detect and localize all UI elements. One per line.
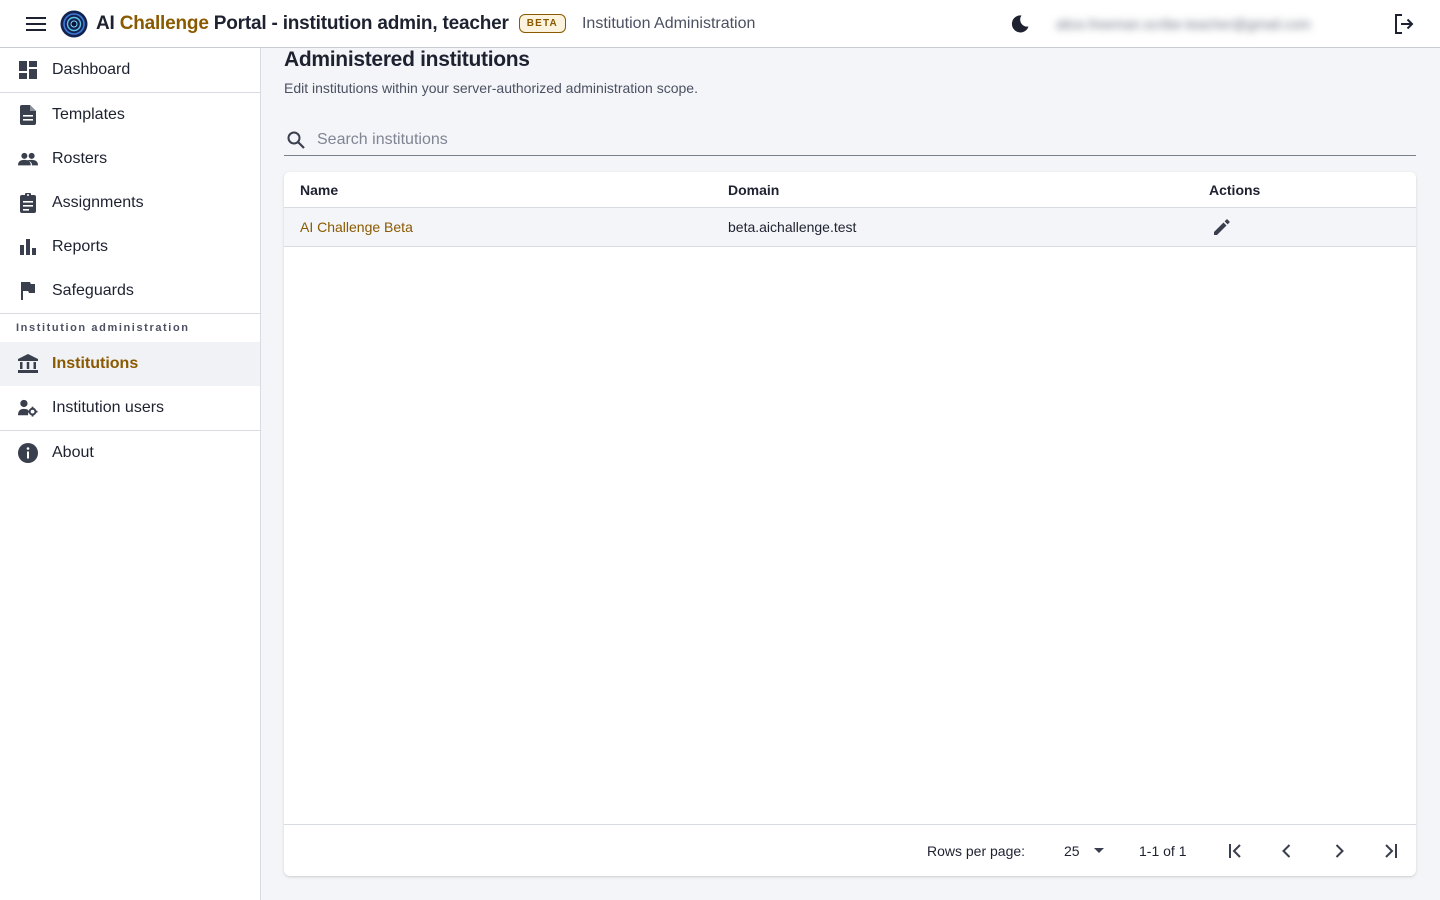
table-header: Name Domain Actions: [284, 172, 1416, 208]
search-field: [284, 125, 1416, 156]
sidebar-item-about[interactable]: About: [0, 431, 260, 475]
beta-badge: BETA: [518, 14, 566, 33]
clipboard-icon: [18, 193, 38, 213]
sidebar-item-dashboard[interactable]: Dashboard: [0, 48, 260, 92]
sidebar-item-templates[interactable]: Templates: [0, 93, 260, 137]
user-settings-icon: [18, 398, 38, 418]
dark-mode-moon-icon[interactable]: [1008, 12, 1032, 36]
user-email: alice.freeman.scribe-teacher@gmail.com: [1056, 16, 1311, 32]
search-icon: [285, 129, 307, 151]
sidebar-item-institution-users[interactable]: Institution users: [0, 386, 260, 430]
sidebar: Dashboard Templates Rosters Assignments …: [0, 48, 261, 900]
pagination-range: 1-1 of 1: [1139, 842, 1187, 859]
dashboard-icon: [18, 60, 38, 80]
app-header: AI Challenge Portal - institution admin,…: [0, 0, 1440, 48]
column-header-domain[interactable]: Domain: [728, 182, 779, 198]
previous-page-icon[interactable]: [1275, 839, 1299, 863]
flag-icon: [18, 281, 38, 301]
first-page-icon[interactable]: [1224, 839, 1248, 863]
institution-domain: beta.aichallenge.test: [728, 219, 857, 235]
sidebar-item-assignments[interactable]: Assignments: [0, 181, 260, 225]
sidebar-item-rosters[interactable]: Rosters: [0, 137, 260, 181]
sidebar-item-institutions[interactable]: Institutions: [0, 342, 260, 386]
sidebar-item-label: Institution users: [52, 399, 165, 416]
document-icon: [18, 105, 38, 125]
page-title: Administered institutions: [284, 48, 530, 71]
institution-name-link[interactable]: AI Challenge Beta: [300, 219, 413, 235]
app-logo-icon: [60, 10, 88, 38]
sidebar-item-reports[interactable]: Reports: [0, 225, 260, 269]
bank-icon: [18, 354, 38, 374]
sidebar-item-label: Safeguards: [52, 282, 134, 299]
sidebar-item-label: Assignments: [52, 194, 144, 211]
sidebar-item-label: Templates: [52, 106, 125, 123]
next-page-icon[interactable]: [1327, 839, 1351, 863]
caret-down-icon: [1093, 848, 1104, 853]
rows-per-page-select[interactable]: 25: [1064, 843, 1104, 859]
edit-pencil-icon[interactable]: [1212, 217, 1232, 237]
page-subtitle: Edit institutions within your server-aut…: [284, 80, 698, 96]
header-actions: alice.freeman.scribe-teacher@gmail.com: [1008, 0, 1416, 48]
rows-per-page-value: 25: [1064, 842, 1080, 859]
sidebar-item-safeguards[interactable]: Safeguards: [0, 269, 260, 313]
column-header-name[interactable]: Name: [300, 182, 338, 198]
header-section-title: Institution Administration: [581, 14, 756, 32]
table-pagination: Rows per page: 25 1-1 of 1: [284, 824, 1416, 876]
app-title: AI Challenge Portal - institution admin,…: [96, 13, 509, 35]
sidebar-section-label: Institution administration: [16, 322, 190, 334]
table-row[interactable]: AI Challenge Beta beta.aichallenge.test: [284, 208, 1416, 247]
info-icon: [18, 443, 38, 463]
menu-icon[interactable]: [24, 12, 48, 36]
column-header-actions: Actions: [1209, 181, 1261, 198]
app-title-suffix: Portal - institution admin, teacher: [208, 12, 509, 34]
app-title-accent: Challenge: [119, 12, 209, 34]
main-content: Administered institutions Edit instituti…: [261, 48, 1440, 900]
search-input[interactable]: [317, 131, 1397, 149]
people-icon: [18, 149, 38, 169]
institutions-table: Name Domain Actions AI Challenge Beta be…: [284, 172, 1416, 876]
rows-per-page-label: Rows per page:: [927, 842, 1026, 859]
sidebar-item-label: Institutions: [52, 355, 139, 372]
sidebar-item-label: Dashboard: [52, 61, 131, 78]
last-page-icon[interactable]: [1378, 839, 1402, 863]
logout-icon[interactable]: [1392, 12, 1416, 36]
app-title-prefix: AI: [96, 12, 120, 34]
sidebar-item-label: About: [52, 444, 94, 461]
sidebar-item-label: Reports: [52, 238, 109, 255]
bar-chart-icon: [18, 237, 38, 257]
sidebar-item-label: Rosters: [52, 150, 108, 167]
